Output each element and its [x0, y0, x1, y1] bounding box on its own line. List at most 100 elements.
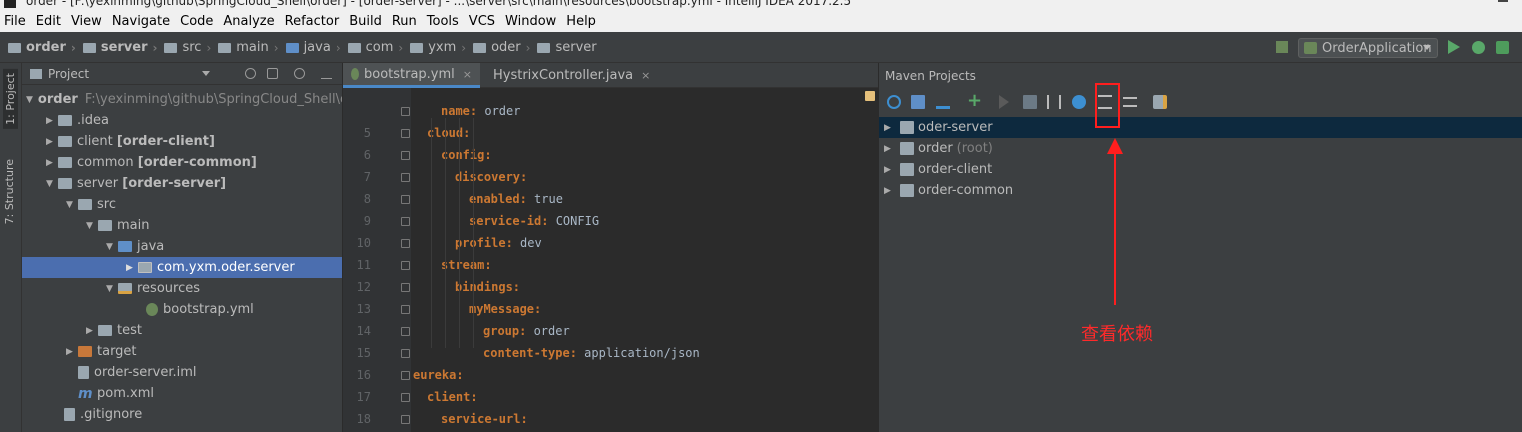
fold-marker-icon[interactable] [401, 349, 410, 358]
collapse-all-icon[interactable] [267, 68, 278, 79]
collapsed-arrow-icon[interactable]: ▶ [884, 123, 896, 133]
fold-marker-icon[interactable] [401, 107, 410, 116]
collapsed-arrow-icon[interactable]: ▶ [884, 165, 896, 175]
debug-icon[interactable] [1472, 41, 1485, 54]
tree-item-resources[interactable]: ▼ resources [22, 278, 342, 299]
maven-project-order-client[interactable]: ▶ order-client [879, 159, 1522, 180]
expanded-arrow-icon[interactable]: ▼ [86, 221, 98, 231]
warning-marker-icon[interactable] [865, 91, 875, 101]
gear-icon[interactable] [294, 68, 305, 79]
collapsed-arrow-icon[interactable]: ▶ [46, 116, 58, 126]
menu-help[interactable]: Help [566, 14, 596, 29]
tree-item-server[interactable]: ▼ server [order-server] [22, 173, 342, 194]
download-icon[interactable] [936, 95, 950, 109]
menu-vcs[interactable]: VCS [469, 14, 495, 29]
tree-item-gitignore[interactable]: .gitignore [22, 404, 342, 425]
collapsed-arrow-icon[interactable]: ▶ [884, 144, 896, 154]
menu-tools[interactable]: Tools [427, 14, 459, 29]
expanded-arrow-icon[interactable]: ▼ [106, 242, 118, 252]
tree-item-common[interactable]: ▶ common [order-common] [22, 152, 342, 173]
breadcrumb-server[interactable]: server › [82, 40, 165, 55]
tree-item-iml[interactable]: order-server.iml [22, 362, 342, 383]
expanded-arrow-icon[interactable]: ▼ [66, 200, 78, 210]
hide-icon[interactable] [321, 68, 332, 79]
tree-item-java[interactable]: ▼ java [22, 236, 342, 257]
close-icon[interactable]: × [641, 69, 650, 82]
breadcrumb-main[interactable]: main › [218, 40, 285, 55]
menu-edit[interactable]: Edit [36, 14, 61, 29]
tree-item-idea[interactable]: ▶ .idea [22, 110, 342, 131]
vcs-update-icon[interactable] [1276, 41, 1288, 53]
expanded-arrow-icon[interactable]: ▼ [26, 95, 33, 105]
expanded-arrow-icon[interactable]: ▼ [46, 179, 58, 189]
menu-file[interactable]: File [4, 14, 26, 29]
menu-build[interactable]: Build [349, 14, 382, 29]
menu-view[interactable]: View [71, 14, 102, 29]
maven-project-order-root[interactable]: ▶ order (root) [879, 138, 1522, 159]
tree-item-main[interactable]: ▼ main [22, 215, 342, 236]
expanded-arrow-icon[interactable]: ▼ [106, 284, 118, 294]
maven-project-oder-server[interactable]: ▶ oder-server [879, 117, 1522, 138]
fold-marker-icon[interactable] [401, 261, 410, 270]
breadcrumb-src[interactable]: src › [164, 40, 218, 55]
fold-marker-icon[interactable] [401, 239, 410, 248]
tree-item-bootstrap-yml[interactable]: bootstrap.yml [22, 299, 342, 320]
tab-structure[interactable]: 7: Structure [3, 159, 16, 224]
collapsed-arrow-icon[interactable]: ▶ [884, 186, 896, 196]
tree-item-src[interactable]: ▼ src [22, 194, 342, 215]
project-panel-title[interactable]: Project [48, 67, 89, 81]
minimize-icon[interactable] [1498, 0, 1508, 2]
breadcrumb-order[interactable]: order › [8, 40, 83, 55]
run-config-select[interactable]: OrderApplication [1298, 38, 1438, 58]
breadcrumb-java[interactable]: java › [285, 40, 348, 55]
tree-item-test[interactable]: ▶ test [22, 320, 342, 341]
execute-goal-icon[interactable] [1023, 95, 1037, 109]
menu-code[interactable]: Code [180, 14, 213, 29]
close-icon[interactable]: × [463, 68, 472, 81]
tree-item-order[interactable]: ▼ order F:\yexinming\github\SpringCloud_Sh… [22, 89, 342, 110]
tree-item-package[interactable]: ▶ com.yxm.oder.server [22, 257, 342, 278]
breadcrumb-com[interactable]: com › [347, 40, 411, 55]
breadcrumb-server-pkg[interactable]: server [537, 40, 597, 55]
toggle-offline-icon[interactable] [1047, 95, 1061, 109]
breadcrumb-yxm[interactable]: yxm › [410, 40, 473, 55]
tree-item-client[interactable]: ▶ client [order-client] [22, 131, 342, 152]
maven-project-order-common[interactable]: ▶ order-common [879, 180, 1522, 201]
generate-sources-icon[interactable] [911, 95, 925, 109]
collapsed-arrow-icon[interactable]: ▶ [86, 326, 98, 336]
collapsed-arrow-icon[interactable]: ▶ [46, 158, 58, 168]
target-icon[interactable] [245, 68, 256, 79]
collapse-all-icon[interactable] [1123, 97, 1137, 107]
menu-window[interactable]: Window [505, 14, 556, 29]
skip-tests-icon[interactable] [1072, 95, 1086, 109]
run-icon[interactable] [1448, 40, 1460, 54]
chevron-down-icon[interactable] [202, 71, 210, 76]
add-icon[interactable]: + [967, 92, 982, 110]
tab-bootstrap-yml[interactable]: bootstrap.yml × [343, 63, 480, 88]
collapsed-arrow-icon[interactable]: ▶ [46, 137, 58, 147]
coverage-icon[interactable] [1496, 41, 1509, 54]
tab-hystrix-controller[interactable]: HystrixController.java × [480, 63, 650, 88]
collapsed-arrow-icon[interactable]: ▶ [126, 263, 138, 273]
maven-settings-icon[interactable] [1153, 95, 1167, 109]
tree-item-pom[interactable]: m pom.xml [22, 383, 342, 404]
collapsed-arrow-icon[interactable]: ▶ [66, 347, 78, 357]
run-maven-build-icon[interactable] [999, 95, 1009, 109]
fold-marker-icon[interactable] [401, 129, 410, 138]
fold-marker-icon[interactable] [401, 305, 410, 314]
tree-item-target[interactable]: ▶ target [22, 341, 342, 362]
menu-analyze[interactable]: Analyze [223, 14, 274, 29]
fold-marker-icon[interactable] [401, 371, 410, 380]
fold-marker-icon[interactable] [401, 151, 410, 160]
fold-marker-icon[interactable] [401, 283, 410, 292]
fold-marker-icon[interactable] [401, 393, 410, 402]
menu-navigate[interactable]: Navigate [112, 14, 170, 29]
tab-project[interactable]: 1: Project [3, 69, 18, 129]
breadcrumb-oder[interactable]: oder › [473, 40, 537, 55]
menu-run[interactable]: Run [392, 14, 417, 29]
fold-marker-icon[interactable] [401, 217, 410, 226]
code-area[interactable]: name: order cloud: config: discovery: enable… [343, 88, 878, 432]
fold-marker-icon[interactable] [401, 195, 410, 204]
reimport-icon[interactable] [887, 95, 901, 109]
menu-refactor[interactable]: Refactor [285, 14, 340, 29]
